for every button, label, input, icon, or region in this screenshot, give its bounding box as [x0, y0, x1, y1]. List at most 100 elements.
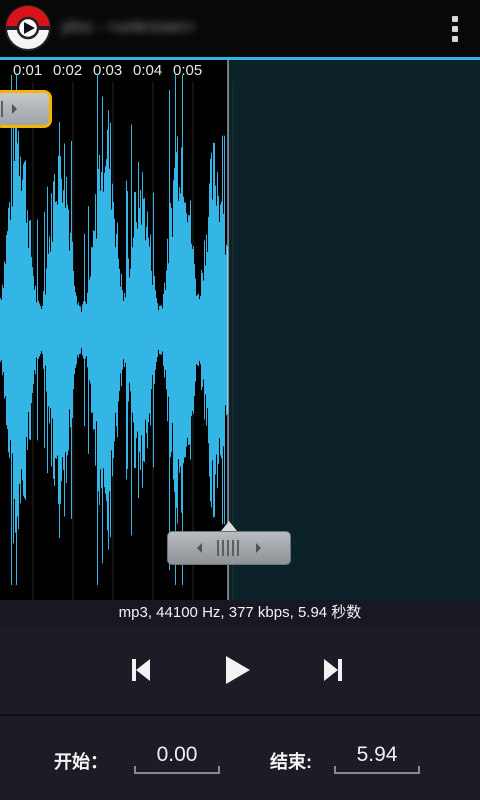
waveform-bar [18, 130, 19, 530]
waveform-bar [155, 290, 156, 370]
waveform-bar [132, 247, 133, 413]
time-tick-5: 0:05 [173, 62, 203, 79]
waveform-bar [104, 172, 105, 488]
waveform-bar [211, 152, 212, 508]
waveform-bar [95, 194, 96, 466]
waveform-bar [94, 230, 95, 430]
waveform-bar [71, 140, 72, 520]
waveform-bar [184, 202, 185, 458]
waveform-bar [9, 202, 10, 458]
playback-controls [0, 626, 480, 714]
waveform-bar [78, 302, 79, 358]
waveform-bar [91, 246, 92, 414]
waveform-bar [3, 288, 4, 372]
waveform-bar [46, 268, 47, 392]
waveform-bar [27, 210, 28, 450]
waveform-bar [137, 228, 138, 432]
overflow-menu-icon[interactable] [438, 8, 472, 50]
end-marker-handle[interactable] [167, 531, 291, 565]
waveform-bar [25, 160, 26, 500]
waveform-bar [202, 272, 203, 388]
waveform-bar [41, 308, 42, 352]
drag-handle-icon [1, 101, 17, 117]
ringtone-editor-screen: plss - <unknown> 0:01 0:02 0:03 0:04 0:0… [0, 0, 480, 800]
waveform-bar [190, 200, 191, 460]
waveform-bar [116, 233, 117, 427]
waveform-bar [101, 171, 102, 489]
waveform-bar [2, 284, 3, 376]
waveform-bar [143, 198, 144, 462]
play-icon[interactable] [214, 648, 258, 692]
waveform-bar [30, 219, 31, 441]
waveform-bar [175, 75, 176, 585]
waveform-bar [125, 297, 126, 363]
waveform-bar [68, 209, 69, 451]
waveform-bar [23, 164, 24, 496]
waveform-bar [140, 189, 141, 471]
waveform-bar [92, 247, 93, 413]
waveform-bar [186, 213, 187, 447]
waveform-bar [89, 279, 90, 381]
waveform-bar [24, 161, 25, 499]
skip-to-start-icon[interactable] [120, 648, 164, 692]
waveform-bar [199, 299, 200, 361]
waveform-bar [77, 304, 78, 356]
record-play-logo-icon[interactable] [4, 4, 52, 52]
time-tick-1: 0:01 [13, 62, 43, 79]
time-tick-2: 0:02 [53, 62, 83, 79]
waveform-bar [82, 304, 83, 356]
waveform-bar [64, 143, 65, 517]
waveform-bar [52, 241, 53, 419]
waveform-bar [201, 270, 202, 390]
waveform-bar [113, 201, 114, 459]
app-title: plss - <unknown> [62, 17, 196, 36]
waveform-bar [49, 236, 50, 424]
start-marker-handle[interactable] [0, 90, 52, 128]
waveform-bar [160, 305, 161, 355]
waveform-bar [14, 161, 15, 499]
waveform-bar [158, 310, 159, 350]
start-time-field[interactable] [134, 738, 220, 774]
waveform-bar [159, 305, 160, 355]
waveform-bar [100, 190, 101, 470]
waveform-bar [198, 293, 199, 367]
waveform-bar [188, 215, 189, 445]
waveform-bar [103, 191, 104, 469]
end-time-field[interactable] [334, 738, 420, 774]
waveform-bar [181, 147, 182, 513]
waveform-bar [208, 216, 209, 444]
waveform-bar [98, 168, 99, 492]
waveform-bar [102, 96, 103, 564]
waveform-view[interactable]: 0:01 0:02 0:03 0:04 0:05 [0, 60, 480, 600]
waveform-bar [162, 308, 163, 352]
waveform-bar [127, 190, 128, 470]
waveform-bar [183, 196, 184, 464]
waveform-bar [135, 192, 136, 468]
end-label: 结束: [270, 752, 312, 772]
waveform-bar [118, 258, 119, 402]
waveform-bar [219, 221, 220, 439]
waveform-bar [80, 306, 81, 354]
waveform-bar [38, 300, 39, 360]
waveform-bar [134, 191, 135, 469]
waveform-bar [73, 270, 74, 390]
waveform-bar [150, 234, 151, 426]
waveform-bar [99, 155, 100, 505]
waveform-bar [182, 75, 183, 585]
waveform-bar [31, 256, 32, 404]
waveform-bar [214, 142, 215, 518]
waveform-bar [54, 173, 55, 487]
waveform-bar [50, 251, 51, 409]
waveform-bar [81, 311, 82, 349]
waveform-bar [124, 292, 125, 368]
start-field-edge [218, 766, 220, 774]
waveform-bar [74, 285, 75, 375]
waveform-bar [120, 286, 121, 374]
waveform-bar [210, 158, 211, 502]
waveform-bar [22, 179, 23, 481]
skip-to-end-icon[interactable] [310, 648, 354, 692]
waveform-bar [57, 204, 58, 456]
waveform-bar [53, 181, 54, 479]
waveform-bar [192, 248, 193, 412]
waveform-bar [207, 251, 208, 409]
